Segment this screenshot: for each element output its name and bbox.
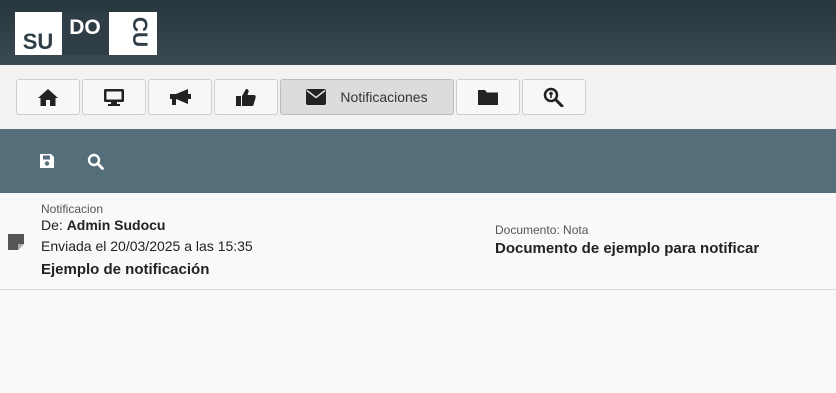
monitor-icon (104, 89, 124, 106)
save-button[interactable] (37, 151, 57, 171)
nav-folders-button[interactable] (456, 79, 520, 115)
nav-notifications-button[interactable]: Notificaciones (280, 79, 454, 115)
megaphone-icon (170, 89, 191, 105)
nav-notifications-label: Notificaciones (340, 89, 428, 105)
notification-type: Notificacion (41, 202, 104, 216)
nav-monitor-button[interactable] (82, 79, 146, 115)
sender-prefix: De: (41, 217, 63, 233)
note-icon (8, 234, 24, 250)
envelope-icon (306, 89, 327, 105)
thumbs-up-icon (236, 89, 256, 106)
notification-sender: De: Admin Sudocu (41, 217, 165, 233)
document-title[interactable]: Documento de ejemplo para notificar (495, 240, 759, 257)
search-key-icon (543, 87, 564, 107)
nav-search-button[interactable] (522, 79, 586, 115)
home-icon (38, 89, 58, 106)
svg-text:SU: SU (23, 29, 54, 54)
svg-text:CU: CU (128, 17, 151, 47)
nav-announcements-button[interactable] (148, 79, 212, 115)
save-icon (40, 154, 54, 168)
search-button[interactable] (85, 151, 105, 171)
svg-text:DO: DO (69, 16, 101, 39)
folder-icon (478, 90, 498, 105)
sender-name: Admin Sudocu (66, 217, 166, 233)
sudocu-logo[interactable]: SU DO CU (15, 12, 157, 55)
action-toolbar (0, 129, 836, 193)
notification-title[interactable]: Ejemplo de notificación (41, 261, 209, 278)
notification-date: Enviada el 20/03/2025 a las 15:35 (41, 238, 253, 254)
nav-approvals-button[interactable] (214, 79, 278, 115)
search-icon (87, 153, 104, 170)
nav-home-button[interactable] (16, 79, 80, 115)
document-type: Documento: Nota (495, 223, 589, 237)
app-header: SU DO CU (0, 0, 836, 65)
main-navigation: Notificaciones (0, 65, 836, 129)
notification-list-item[interactable]: Notificacion De: Admin Sudocu Enviada el… (0, 193, 836, 290)
